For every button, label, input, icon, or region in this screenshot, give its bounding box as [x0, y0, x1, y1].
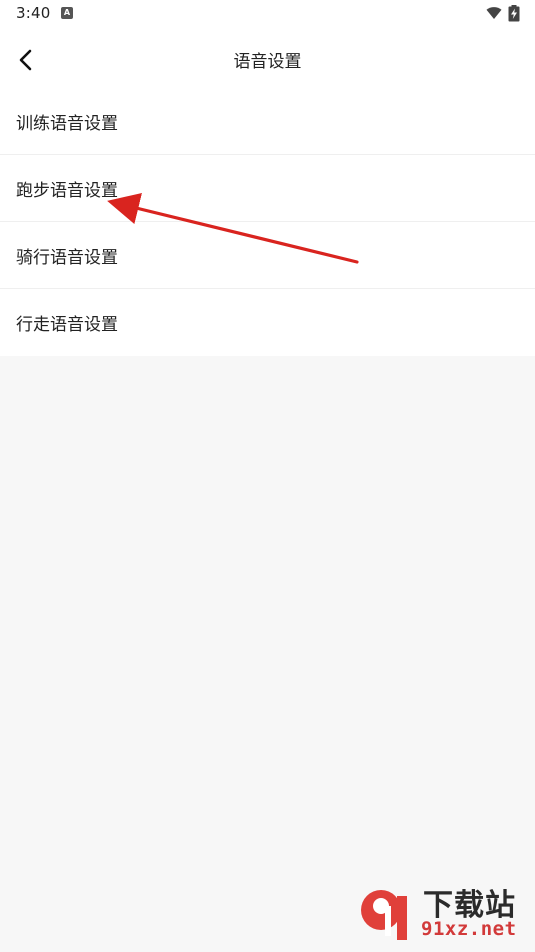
app-bar: 语音设置 [0, 28, 535, 88]
menu-item-cycling-voice[interactable]: 骑行语音设置 [0, 222, 535, 289]
screen: 3:40 A 语音设置 训练语音设置 跑步语音设置 骑行语音设置 行走语音设置 … [0, 0, 535, 952]
status-bar: 3:40 A [0, 0, 535, 28]
watermark: 下载站 91xz.net [357, 878, 529, 948]
watermark-logo-icon [361, 890, 407, 940]
watermark-domain: 91xz.net [421, 918, 517, 940]
wifi-icon [486, 7, 502, 19]
menu-item-walking-voice[interactable]: 行走语音设置 [0, 289, 535, 356]
battery-charging-icon [508, 5, 520, 22]
page-title: 语音设置 [233, 52, 302, 72]
menu-item-running-voice[interactable]: 跑步语音设置 [0, 155, 535, 222]
status-time: 3:40 [16, 4, 51, 22]
notification-app-icon: A [61, 7, 73, 19]
voice-settings-list: 训练语音设置 跑步语音设置 骑行语音设置 行走语音设置 [0, 88, 535, 356]
top-area: 3:40 A 语音设置 训练语音设置 跑步语音设置 骑行语音设置 行走语音设置 [0, 0, 535, 356]
menu-item-training-voice[interactable]: 训练语音设置 [0, 88, 535, 155]
